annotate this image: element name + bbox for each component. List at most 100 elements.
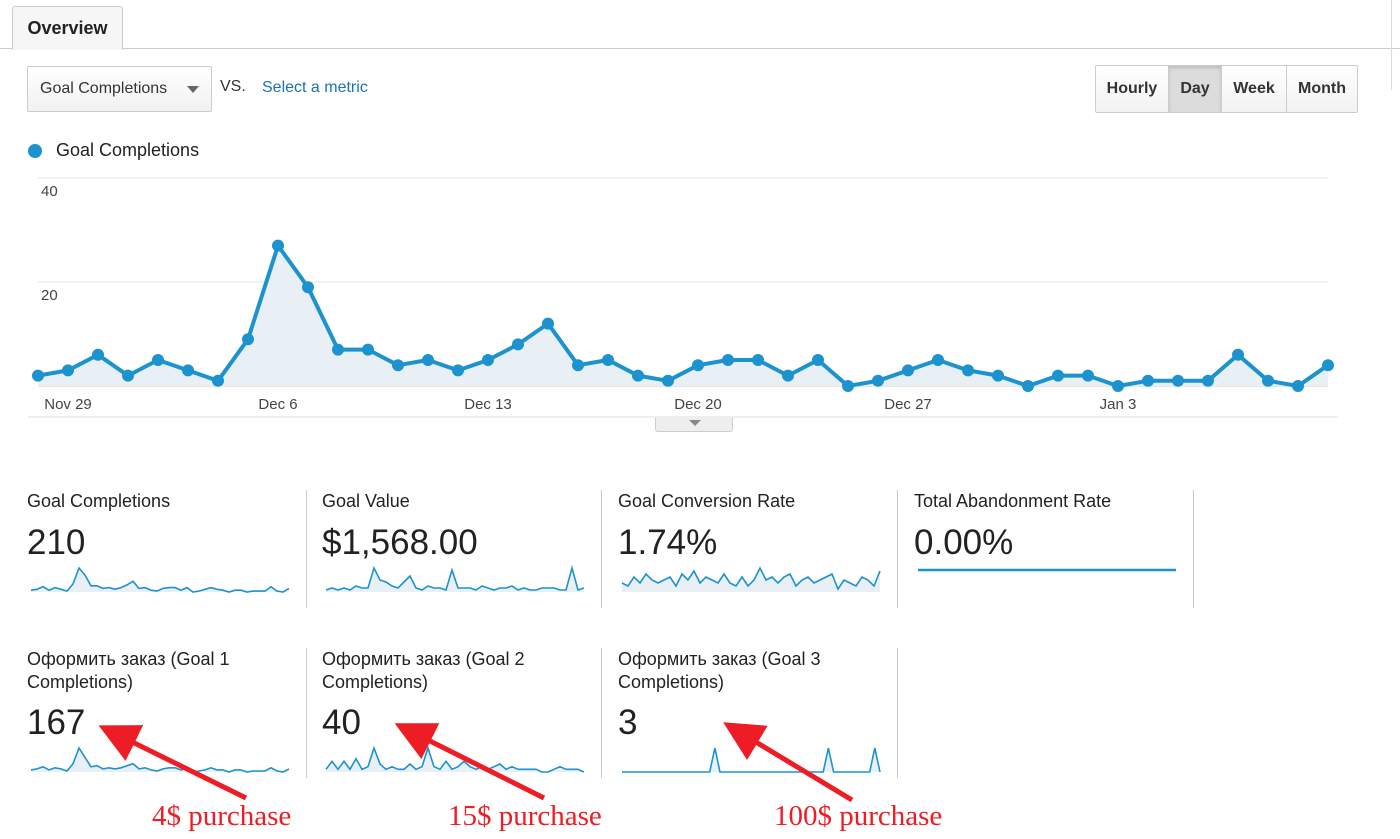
select-metric-link[interactable]: Select a metric — [262, 79, 368, 97]
data-point — [1052, 369, 1064, 382]
card-divider — [306, 490, 307, 608]
data-point — [1232, 348, 1244, 361]
period-toggle-group: Hourly Day Week Month — [1095, 65, 1358, 113]
period-week-button[interactable]: Week — [1222, 66, 1287, 112]
scorecard-goal-completions[interactable]: Goal Completions 210 — [27, 490, 290, 610]
series-line — [37, 243, 1330, 388]
scorecard-label: Оформить заказ (Goal 3 Completions) — [618, 649, 821, 692]
data-point — [182, 364, 194, 377]
card-divider — [897, 648, 898, 778]
sparkline-area — [622, 568, 880, 592]
data-point — [1172, 374, 1184, 387]
data-point — [812, 354, 824, 366]
annotation-100-purchase: 100$ purchase — [774, 800, 943, 832]
sparkline — [30, 746, 290, 773]
data-point — [302, 281, 314, 294]
data-point — [572, 359, 584, 372]
period-month-button[interactable]: Month — [1287, 66, 1357, 112]
data-point — [1112, 380, 1124, 392]
card-divider — [1193, 490, 1194, 608]
tab-bar: Overview — [0, 0, 1400, 50]
data-point — [392, 359, 404, 372]
scorecard-goal2-completions[interactable]: Оформить заказ (Goal 2 Completions) 40 — [322, 648, 585, 778]
metric-dropdown-label: Goal Completions — [40, 80, 168, 97]
x-tick-label: Dec 27 — [884, 396, 932, 413]
data-point — [752, 354, 764, 366]
scorecard-value: 167 — [27, 703, 86, 742]
annotation-15-purchase: 15$ purchase — [448, 800, 602, 832]
sparkline-line — [30, 566, 290, 593]
data-point — [122, 369, 134, 382]
sparkline — [30, 566, 290, 593]
scorecard-value: 210 — [27, 523, 86, 562]
data-point — [872, 374, 884, 387]
data-point — [272, 239, 284, 252]
data-point — [62, 364, 74, 377]
scorecard-goal3-completions[interactable]: Оформить заказ (Goal 3 Completions) 3 — [618, 648, 881, 778]
sparkline — [622, 747, 881, 773]
scorecard-goal1-completions[interactable]: Оформить заказ (Goal 1 Completions) 167 — [27, 648, 290, 778]
data-point — [422, 354, 434, 366]
chart-collapse-handle[interactable] — [655, 418, 733, 432]
x-tick-label: Dec 20 — [674, 396, 722, 413]
scorecard-value: 3 — [618, 703, 638, 742]
sparkline — [325, 564, 585, 592]
sparkline — [621, 566, 881, 592]
scorecard-goal-conversion-rate[interactable]: Goal Conversion Rate 1.74% — [618, 490, 881, 610]
scorecard-label: Оформить заказ (Goal 1 Completions) — [27, 649, 230, 692]
x-tick-label: Dec 6 — [258, 396, 297, 413]
data-point — [362, 343, 374, 356]
sparkline-line — [622, 747, 881, 773]
scorecard-label: Goal Completions — [27, 491, 171, 511]
scorecard-value: 0.00% — [914, 523, 1014, 562]
data-point — [842, 380, 854, 392]
data-point — [962, 364, 974, 377]
scorecard-value: 1.74% — [618, 523, 718, 562]
scorecard-total-abandonment-rate[interactable]: Total Abandonment Rate 0.00% — [914, 490, 1176, 610]
sparkline-line — [30, 746, 290, 773]
data-point — [1292, 380, 1304, 392]
data-point — [542, 317, 554, 330]
data-point — [152, 354, 164, 366]
scorecard-value: 40 — [322, 703, 361, 742]
period-hourly-button[interactable]: Hourly — [1096, 66, 1169, 112]
card-divider — [897, 490, 898, 608]
metric-dropdown[interactable]: Goal Completions — [27, 66, 212, 112]
scorecard-label: Total Abandonment Rate — [914, 491, 1112, 511]
x-tick-label: Dec 13 — [464, 396, 512, 413]
tab-overview[interactable]: Overview — [12, 6, 123, 50]
data-point — [1142, 374, 1154, 387]
annotation-4-purchase: 4$ purchase — [152, 800, 292, 832]
card-divider — [306, 648, 307, 778]
data-point — [722, 354, 734, 366]
data-point — [902, 364, 914, 377]
data-point — [602, 354, 614, 366]
chart-legend: Goal Completions — [27, 140, 199, 161]
legend-dot-icon — [28, 143, 42, 158]
goal-completions-chart: 20 40 Nov 29 Dec 6 Dec 13 Dec 20 Dec 27 Jan 3 — [28, 177, 1338, 418]
data-point — [1022, 380, 1034, 392]
data-point — [932, 354, 944, 366]
period-day-button[interactable]: Day — [1169, 66, 1222, 112]
legend-label: Goal Completions — [56, 140, 200, 160]
data-point — [512, 338, 524, 351]
data-point — [482, 354, 494, 366]
data-point — [332, 343, 344, 356]
data-point — [1202, 374, 1214, 387]
data-point — [782, 369, 794, 382]
chevron-down-icon — [187, 86, 199, 93]
data-point — [32, 369, 44, 382]
scorecard-goal-value[interactable]: Goal Value $1,568.00 — [322, 490, 585, 610]
scorecard-label: Оформить заказ (Goal 2 Completions) — [322, 649, 525, 692]
x-tick-label: Nov 29 — [44, 396, 92, 413]
data-point — [632, 369, 644, 382]
data-point — [1322, 359, 1334, 372]
x-tick-label: Jan 3 — [1100, 396, 1137, 413]
data-point — [212, 374, 224, 387]
data-point — [242, 333, 254, 346]
scorecard-label: Goal Conversion Rate — [618, 491, 796, 511]
data-point — [692, 359, 704, 372]
sparkline-line — [325, 745, 585, 773]
y-tick-label: 40 — [41, 183, 58, 200]
data-point — [992, 369, 1004, 382]
